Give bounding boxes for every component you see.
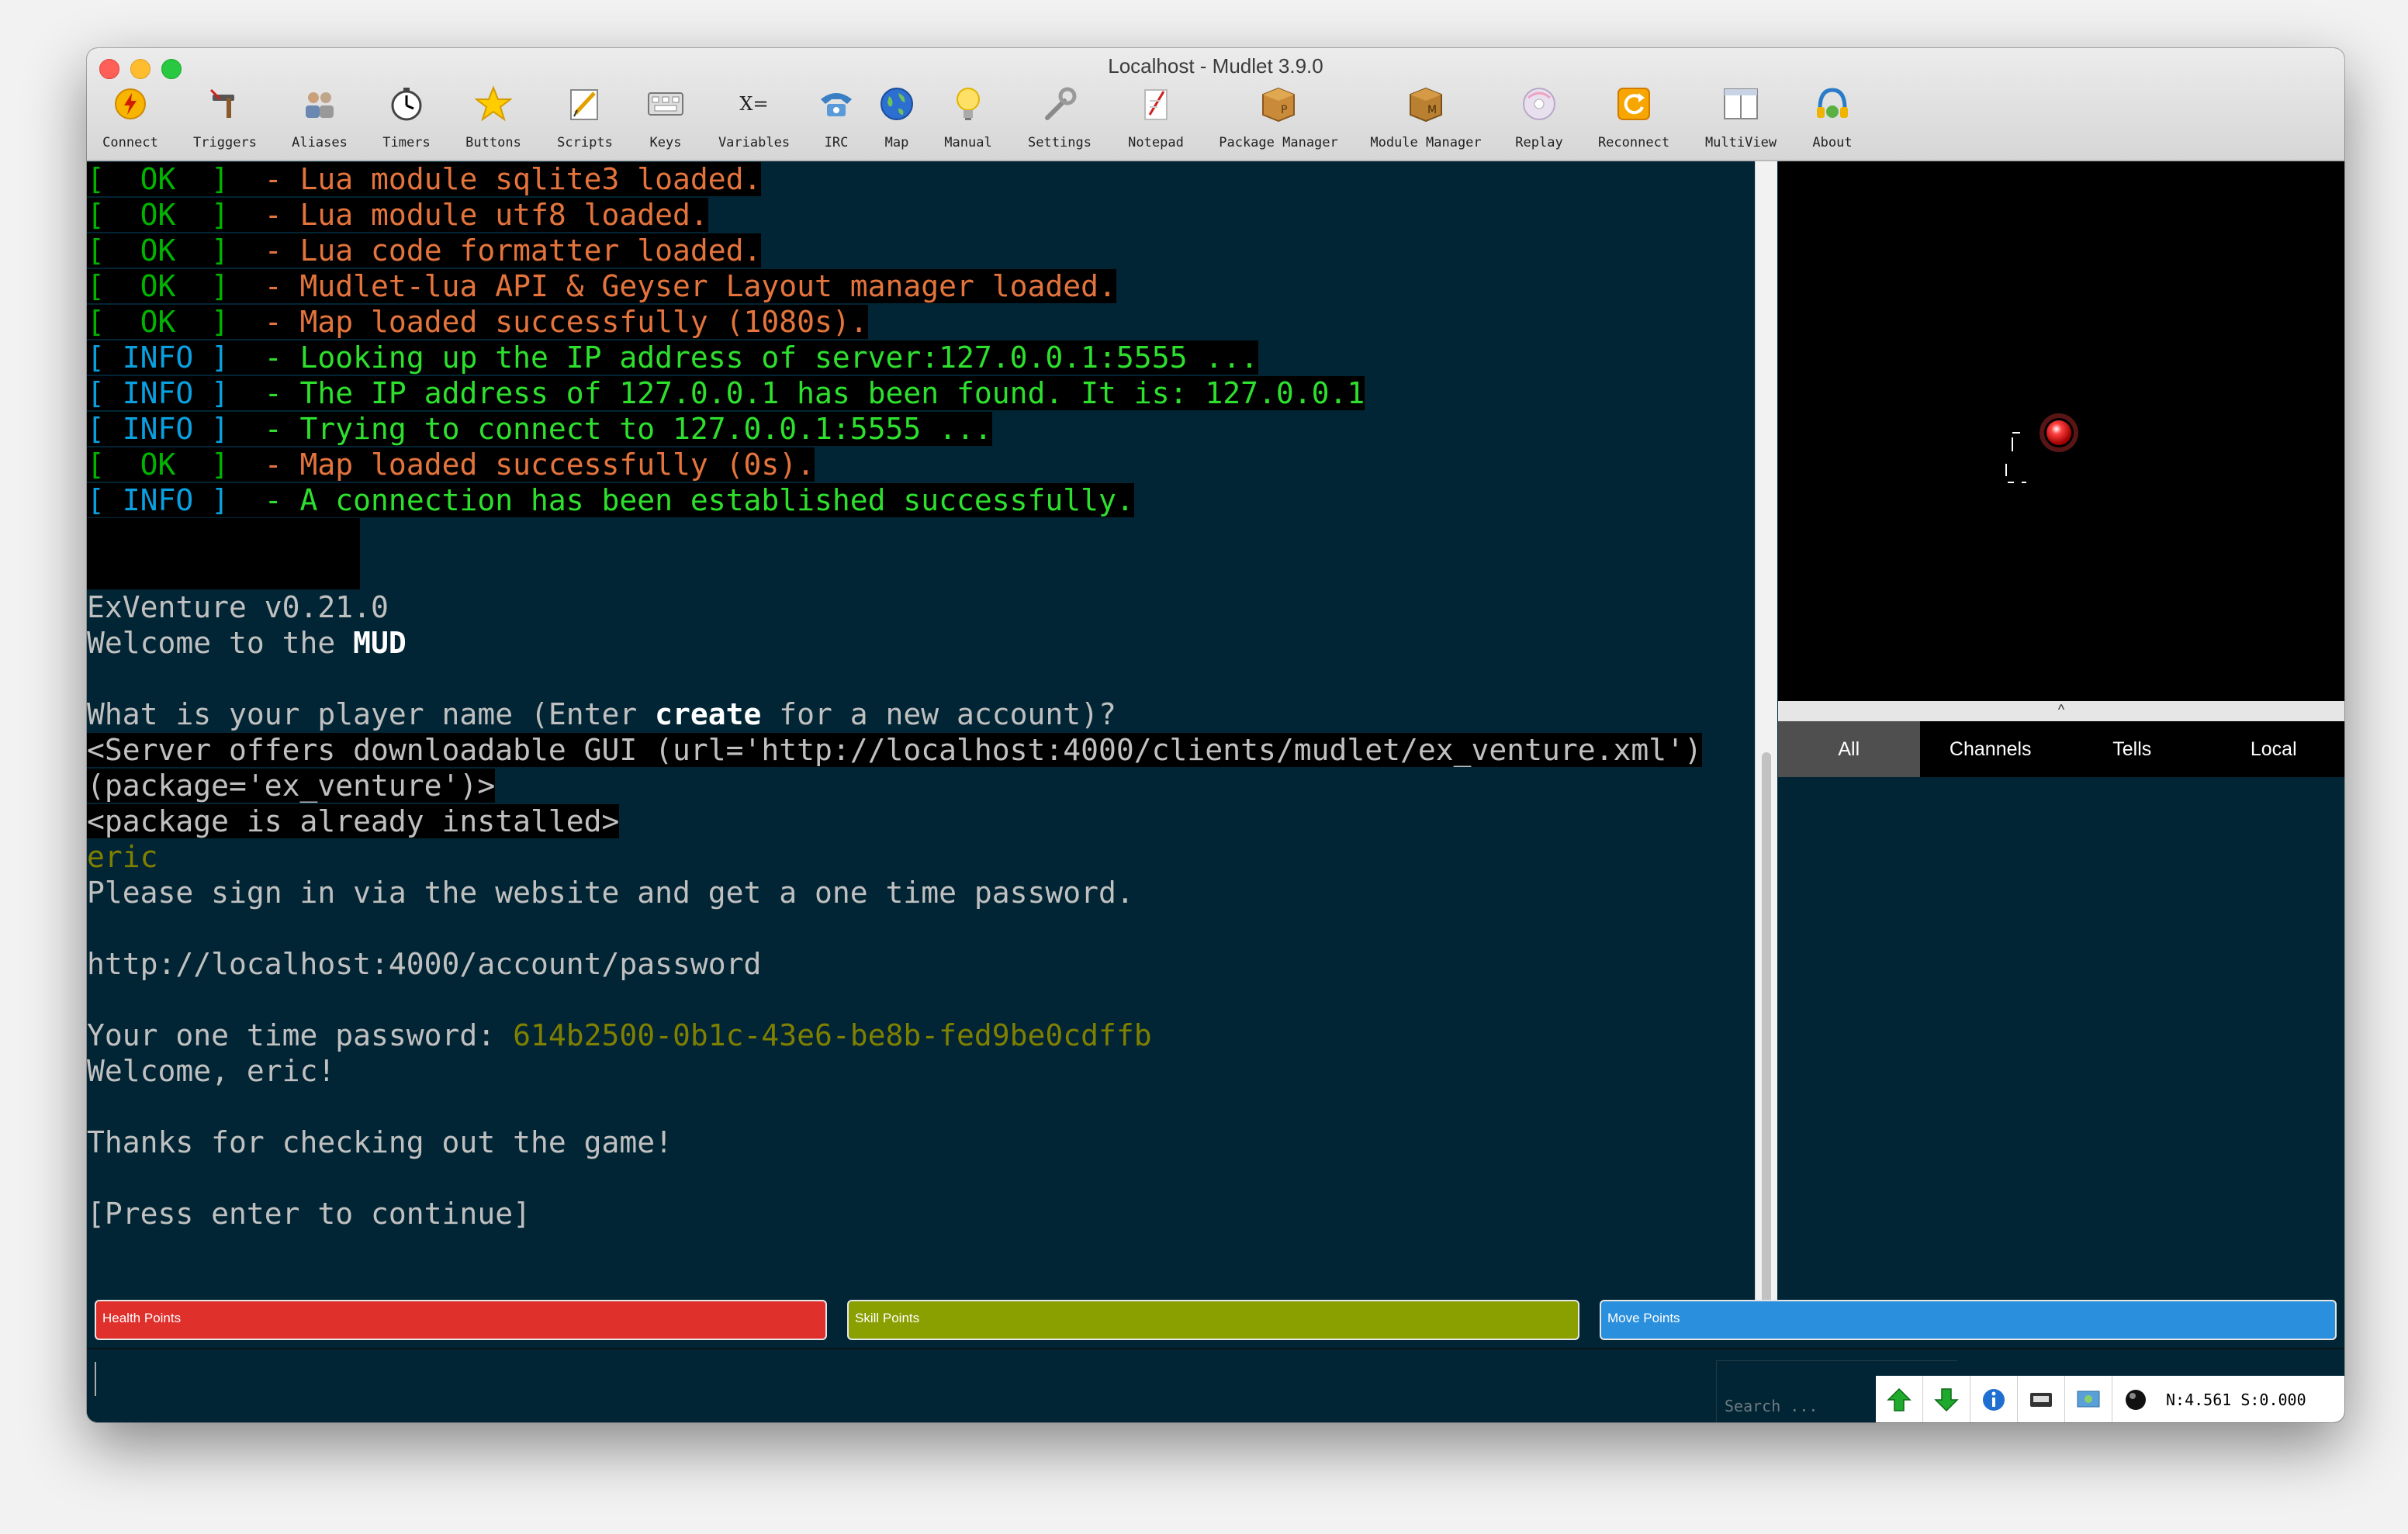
- toolbar-module-manager-button[interactable]: M Module Manager: [1370, 84, 1482, 150]
- scroll-down-button[interactable]: [1923, 1376, 1970, 1422]
- package-manager-icon: P: [1258, 84, 1299, 124]
- scripts-icon: [565, 84, 605, 124]
- notepad-icon: [1136, 84, 1176, 124]
- console-line: Welcome, eric!: [87, 1054, 336, 1088]
- record-icon: [2126, 1390, 2146, 1410]
- console-line: [ OK ] - Map loaded successfully (0s).: [87, 447, 815, 482]
- toolbar-settings-button[interactable]: Settings: [1013, 84, 1106, 150]
- console-scrollbar[interactable]: [1755, 161, 1777, 1340]
- health-points-gauge: Health Points: [95, 1300, 827, 1340]
- console-line: [ INFO ] - Trying to connect to 127.0.0.…: [87, 412, 992, 446]
- blank-block: [87, 518, 360, 589]
- console-line: ExVenture v0.21.0: [87, 590, 389, 624]
- console-line: [Press enter to continue]: [87, 1197, 531, 1231]
- console-line: Welcome to the MUD: [87, 626, 407, 660]
- aliases-icon: [299, 84, 340, 124]
- multiview-icon: [1721, 84, 1761, 124]
- scroll-up-button[interactable]: [1876, 1376, 1923, 1422]
- toolbar-multiview-button[interactable]: MultiView: [1694, 84, 1787, 150]
- console-line: [ INFO ] - The IP address of 127.0.0.1 h…: [87, 376, 1365, 410]
- chat-tabs: All Channels Tells Local: [1778, 721, 2344, 777]
- console-line: (package='ex_venture')>: [87, 769, 496, 803]
- settings-icon: [1040, 84, 1080, 124]
- network-stats: N:4.561 S:0.000: [2158, 1376, 2344, 1422]
- tab-tells[interactable]: Tells: [2061, 721, 2203, 777]
- text-caret: [95, 1362, 96, 1396]
- console-line: [ INFO ] - Looking up the IP address of …: [87, 340, 1258, 375]
- toolbar-about-button[interactable]: About: [1786, 84, 1879, 150]
- console-line: [ OK ] - Lua module sqlite3 loaded.: [87, 162, 762, 196]
- toolbar-aliases-button[interactable]: Aliases: [273, 84, 366, 150]
- map-canvas: [2005, 413, 2078, 483]
- command-line-area: Search ... N:4.561 S:0.000: [87, 1348, 2344, 1422]
- keys-icon: [645, 84, 686, 124]
- mapper-view[interactable]: [1778, 161, 2344, 701]
- console-line: <Server offers downloadable GUI (url='ht…: [87, 733, 1702, 767]
- move-points-gauge: Move Points: [1600, 1300, 2337, 1340]
- reconnect-icon: [1614, 84, 1654, 124]
- console-line-echo: eric: [87, 840, 158, 874]
- skill-points-gauge: Skill Points: [847, 1300, 1579, 1340]
- toolbar-replay-button[interactable]: Replay: [1493, 84, 1586, 150]
- toolbar-keys-button[interactable]: Keys: [619, 84, 712, 150]
- map-icon: [877, 84, 917, 124]
- console-line: [ INFO ] - A connection has been establi…: [87, 483, 1134, 517]
- console-line: [ OK ] - Lua code formatter loaded.: [87, 233, 762, 268]
- map-exit-line: [2005, 432, 2026, 483]
- map-splitter[interactable]: ^: [1778, 701, 2344, 721]
- window-title: Localhost - Mudlet 3.9.0: [1108, 54, 1323, 78]
- toolbar-buttons-button[interactable]: Buttons: [447, 84, 540, 150]
- map-player-room: [2046, 420, 2071, 445]
- manual-icon: [948, 84, 988, 124]
- console-line: What is your player name (Enter create f…: [87, 697, 1116, 731]
- console-line: [ OK ] - Lua module utf8 loaded.: [87, 198, 708, 232]
- tab-local[interactable]: Local: [2202, 721, 2344, 777]
- title-bar: Localhost - Mudlet 3.9.0 Connect Trigger…: [87, 48, 2344, 161]
- scrollbar-thumb[interactable]: [1762, 752, 1771, 1326]
- console-line: Your one time password: 614b2500-0b1c-43…: [87, 1018, 1152, 1052]
- scroll-down-icon: [1934, 1388, 1959, 1412]
- chat-console[interactable]: [1778, 777, 2344, 1340]
- mudlet-window: Localhost - Mudlet 3.9.0 Connect Trigger…: [87, 48, 2344, 1422]
- main-toolbar: Connect Triggers Aliases Timers Buttons …: [87, 84, 2344, 158]
- console-line: Please sign in via the website and get a…: [87, 876, 1134, 910]
- console-line: [ OK ] - Mudlet-lua API & Geyser Layout …: [87, 269, 1116, 303]
- scroll-up-icon: [1887, 1387, 1912, 1411]
- toolbar-notepad-button[interactable]: Notepad: [1109, 84, 1202, 150]
- info-icon: [1983, 1389, 2005, 1411]
- console-line: <package is already installed>: [87, 804, 620, 838]
- about-icon: [1812, 84, 1853, 124]
- replay-icon: [1519, 84, 1559, 124]
- buttons-icon: [473, 84, 514, 124]
- network-button[interactable]: [2065, 1376, 2112, 1422]
- timestamp-button[interactable]: [2018, 1376, 2065, 1422]
- console-button-strip: [1876, 1376, 2160, 1422]
- svg-text:M: M: [1427, 104, 1437, 116]
- svg-text:P: P: [1281, 104, 1287, 116]
- toolbar-triggers-button[interactable]: Triggers: [178, 84, 272, 150]
- toolbar-manual-button[interactable]: Manual: [922, 84, 1015, 150]
- tab-channels[interactable]: Channels: [1919, 721, 2061, 777]
- module-manager-icon: M: [1406, 84, 1446, 124]
- timestamp-icon: [2030, 1393, 2052, 1407]
- toolbar-timers-button[interactable]: Timers: [360, 84, 453, 150]
- tab-all[interactable]: All: [1778, 721, 1920, 777]
- command-input[interactable]: [87, 1349, 1716, 1422]
- main-console[interactable]: [ OK ] - Lua module sqlite3 loaded. [ OK…: [87, 161, 1755, 1340]
- info-button[interactable]: [1970, 1376, 2018, 1422]
- triggers-icon: [205, 84, 245, 124]
- toolbar-connect-button[interactable]: Connect: [87, 84, 177, 150]
- network-icon: [2077, 1391, 2100, 1408]
- toolbar-reconnect-button[interactable]: Reconnect: [1587, 84, 1680, 150]
- console-line: Thanks for checking out the game!: [87, 1125, 673, 1159]
- console-line: [ OK ] - Map loaded successfully (1080s)…: [87, 305, 868, 339]
- console-line: http://localhost:4000/account/password: [87, 947, 762, 981]
- variables-icon: X=: [739, 93, 769, 115]
- connect-icon: [110, 84, 150, 124]
- timers-icon: [386, 84, 427, 124]
- toolbar-variables-button[interactable]: X= Variables: [708, 84, 801, 150]
- record-button[interactable]: [2112, 1376, 2160, 1422]
- toolbar-package-manager-button[interactable]: P Package Manager: [1219, 84, 1338, 150]
- toolbar-scripts-button[interactable]: Scripts: [538, 84, 631, 150]
